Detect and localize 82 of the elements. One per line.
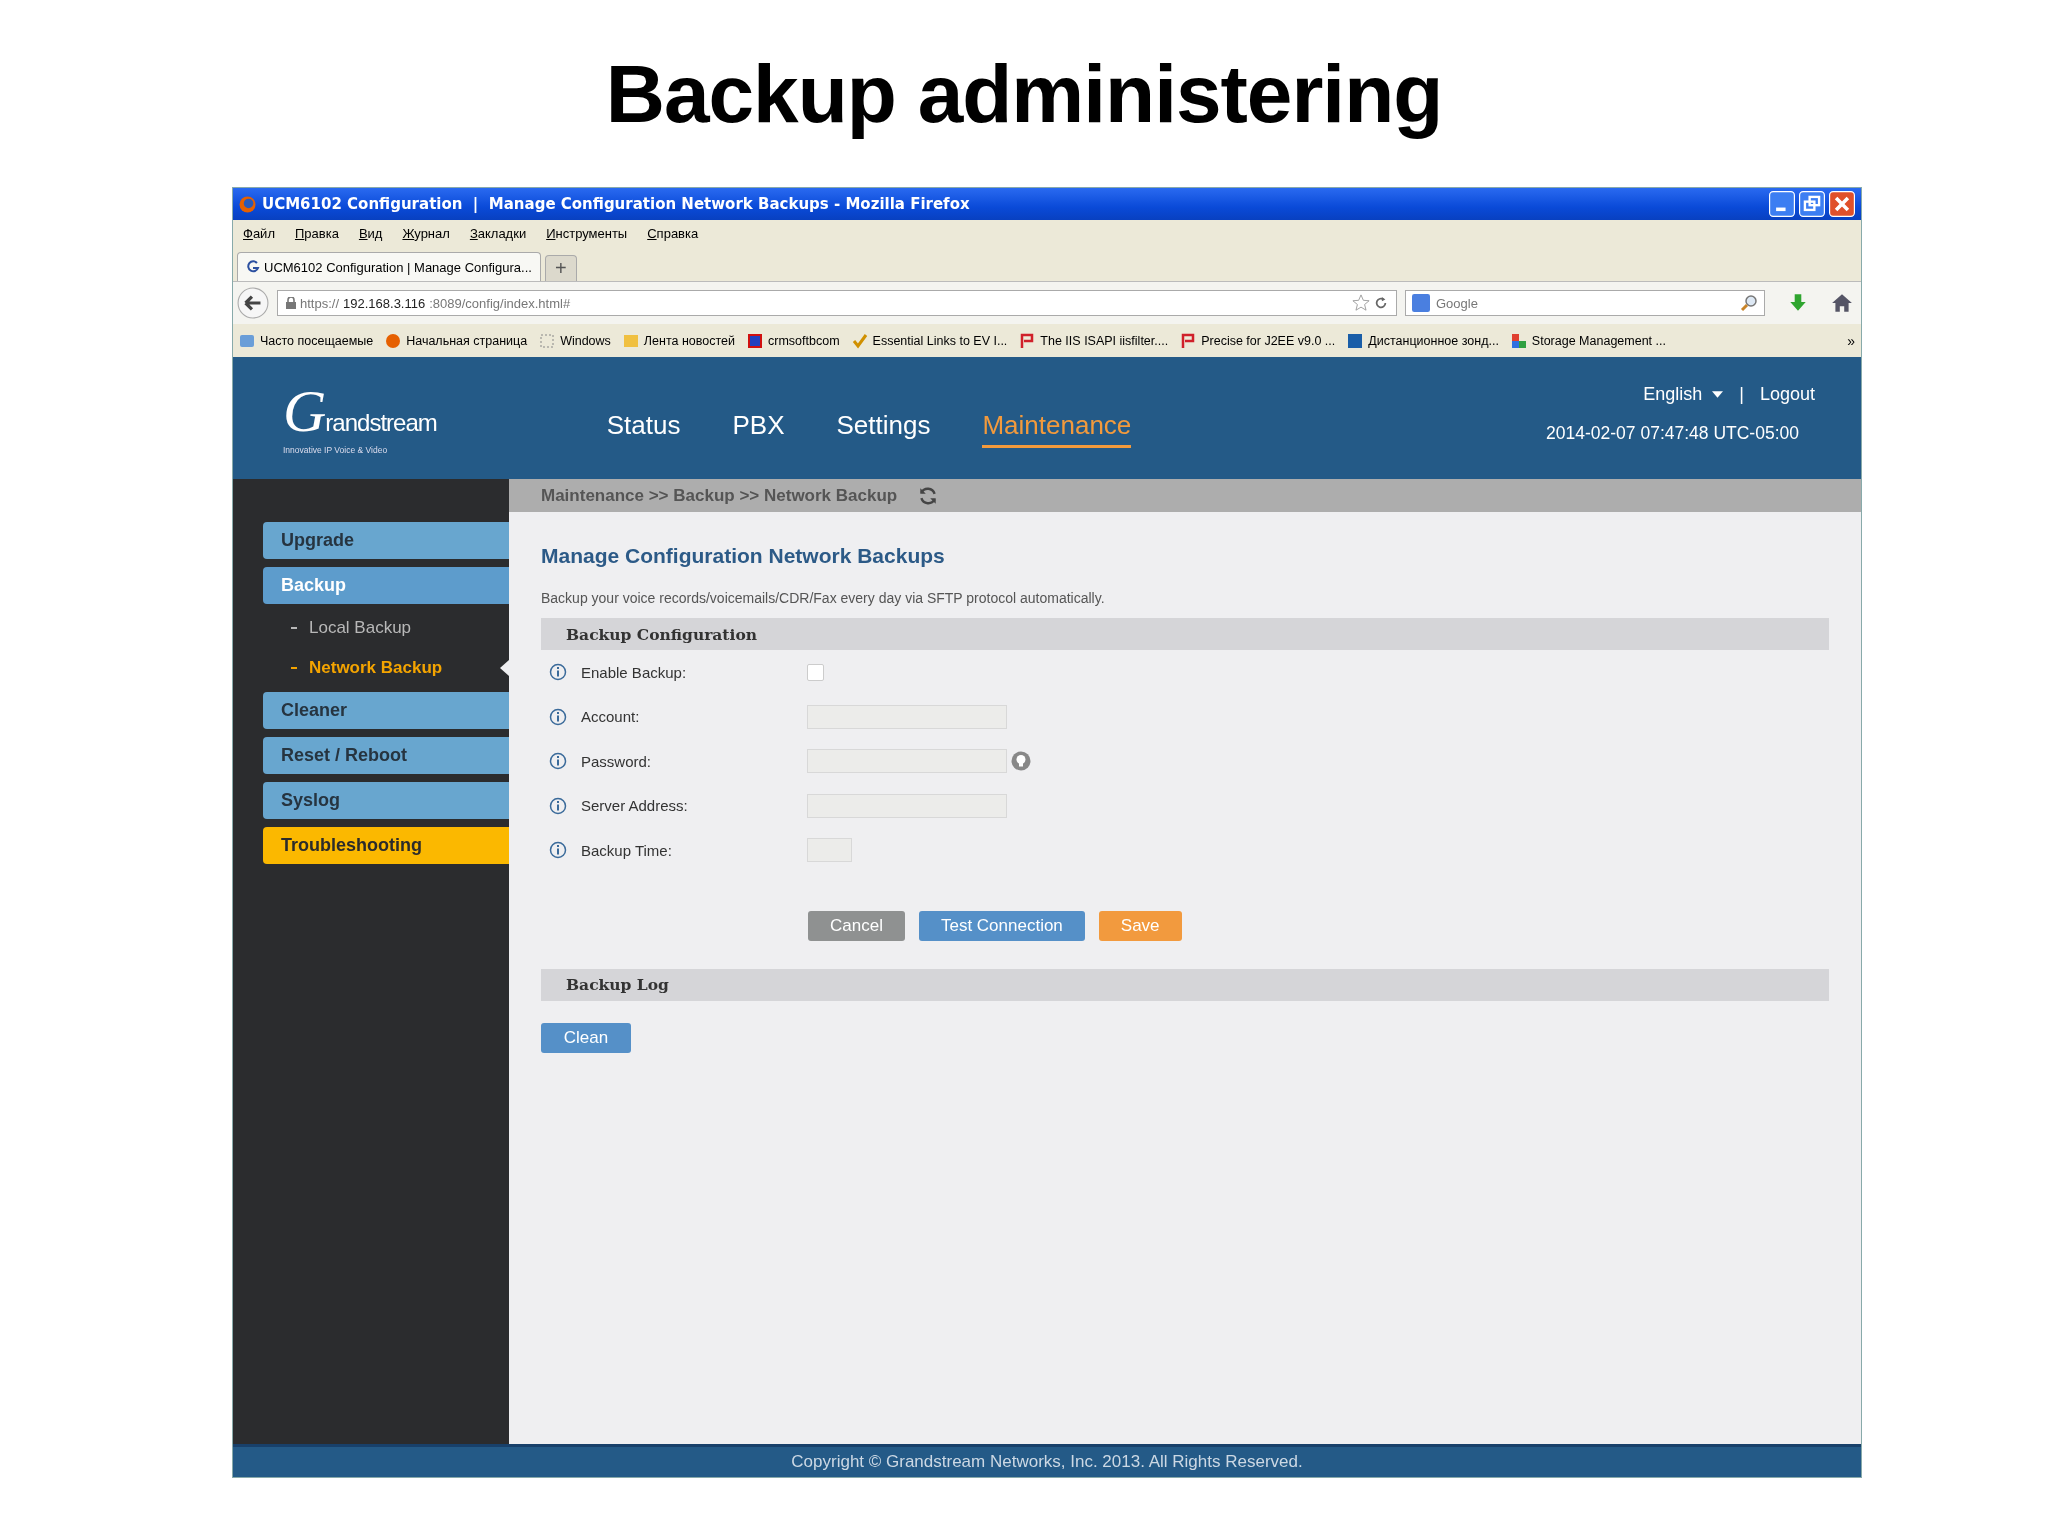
bookmark[interactable]: crmsoftbcom (747, 332, 840, 349)
bookmark[interactable]: Windows (539, 332, 611, 349)
sidebar-item[interactable]: Troubleshooting (263, 827, 509, 864)
sidebar-item[interactable]: Reset / Reboot (263, 737, 509, 774)
lock-icon (286, 297, 296, 309)
info-icon[interactable] (549, 841, 567, 860)
caret-icon (1712, 391, 1724, 398)
bookmark[interactable]: Essential Links to EV I... (851, 332, 1008, 349)
browser-tab[interactable]: UCM6102 Configuration | Manage Configura... (237, 252, 541, 281)
more-bookmarks[interactable]: » (1847, 332, 1855, 349)
lightbulb-icon[interactable] (1011, 751, 1031, 772)
bookmark[interactable]: Storage Management ... (1510, 332, 1666, 349)
breadcrumb: Maintenance >> Backup >> Network Backup (541, 485, 898, 506)
info-icon[interactable] (549, 752, 567, 771)
field-label: Password: (581, 752, 653, 770)
field-label: Server Address: (581, 797, 689, 815)
menu-item[interactable]: Инструменты (546, 226, 628, 241)
logout-link[interactable]: Logout (1759, 384, 1815, 405)
bookmark[interactable]: Часто посещаемые (239, 332, 374, 349)
date-time: 2014-02-07 07:47:48 UTC-05:00 (1546, 423, 1799, 444)
page-heading: Manage Configuration Network Backups (541, 544, 945, 568)
bookmark-icon (851, 332, 868, 349)
bookmark-icon (385, 332, 402, 349)
field-label: Enable Backup: (581, 663, 688, 681)
copyright: Copyright © Grandstream Networks, Inc. 2013. All Rights Reserved. (791, 1452, 1303, 1472)
star-icon[interactable] (1352, 294, 1370, 312)
section-header: Backup Configuration (541, 618, 1829, 650)
menu-item[interactable]: Журнал (402, 226, 450, 241)
menu-item[interactable]: Правка (294, 226, 339, 241)
new-tab-button[interactable]: + (544, 255, 577, 281)
checkbox[interactable] (807, 663, 824, 681)
bookmark[interactable]: Precise for J2EE v9.0 ... (1180, 332, 1336, 349)
bookmark-icon (747, 332, 763, 349)
language-dropdown[interactable]: English (1643, 384, 1724, 405)
description: Backup your voice records/voicemails/CDR/Fax every day via SFTP protocol automatically. (541, 590, 1105, 606)
menu-item[interactable]: Закладки (469, 226, 527, 241)
bookmark[interactable]: Дистанционное зонд... (1347, 332, 1499, 349)
reload-icon[interactable] (1374, 296, 1388, 310)
nav-tab[interactable]: PBX (732, 410, 785, 448)
close-icon[interactable] (1829, 191, 1855, 217)
back-icon[interactable] (237, 287, 269, 319)
nav-tab[interactable]: Settings (836, 410, 931, 448)
sidebar-item[interactable]: Syslog (263, 782, 509, 819)
search-field[interactable]: Google (1405, 290, 1765, 316)
input-field[interactable] (807, 793, 1007, 818)
separator: | (1739, 384, 1744, 405)
bookmark-icon (1510, 332, 1527, 349)
menu-item[interactable]: Файл (243, 226, 275, 241)
address-field[interactable]: https:// 192.168.3.116 :8089/config/index.html# (277, 290, 1397, 316)
info-icon[interactable] (549, 663, 567, 682)
sidebar-subitem[interactable]: Local Backup (263, 612, 509, 644)
menu-item[interactable]: Справка (647, 226, 699, 241)
browser-icon (239, 195, 256, 213)
sidebar-item[interactable]: Upgrade (263, 522, 509, 559)
info-icon[interactable] (549, 796, 567, 815)
logo: Grandstream Innovative IP Voice & Video (283, 381, 437, 455)
input-field[interactable] (807, 704, 1007, 729)
info-icon[interactable] (549, 707, 567, 726)
time-field[interactable] (807, 838, 852, 863)
sidebar-item[interactable]: Cleaner (263, 692, 509, 729)
section-header: Backup Log (541, 968, 1829, 1001)
bookmark-icon (1347, 332, 1364, 349)
favicon-icon (246, 260, 260, 274)
minimize-icon[interactable] (1769, 191, 1795, 217)
field-label: Backup Time: (581, 841, 673, 859)
restore-icon[interactable] (1799, 191, 1825, 217)
password-field[interactable] (807, 749, 1007, 774)
bookmark-icon (539, 332, 556, 349)
bookmark[interactable]: The IIS ISAPI iisfilter.... (1019, 332, 1169, 349)
bookmark[interactable]: Лента новостей (622, 332, 735, 349)
window-title: UCM6102 Configuration | Manage Configuration Network Backups - Mozilla Firefox (262, 195, 970, 213)
search-icon[interactable] (1740, 294, 1758, 312)
nav-tab[interactable]: Status (606, 410, 681, 448)
home-icon[interactable] (1831, 292, 1853, 314)
bookmark-icon (239, 332, 255, 349)
bookmark-icon (622, 332, 639, 349)
menu-item[interactable]: Вид (358, 226, 383, 241)
slide-title: Backup administering (605, 46, 1443, 141)
bookmark[interactable]: Начальная страница (385, 332, 528, 349)
bookmark-icon (1180, 332, 1197, 349)
bookmark-icon (1019, 332, 1036, 349)
field-label: Account: (581, 708, 641, 726)
